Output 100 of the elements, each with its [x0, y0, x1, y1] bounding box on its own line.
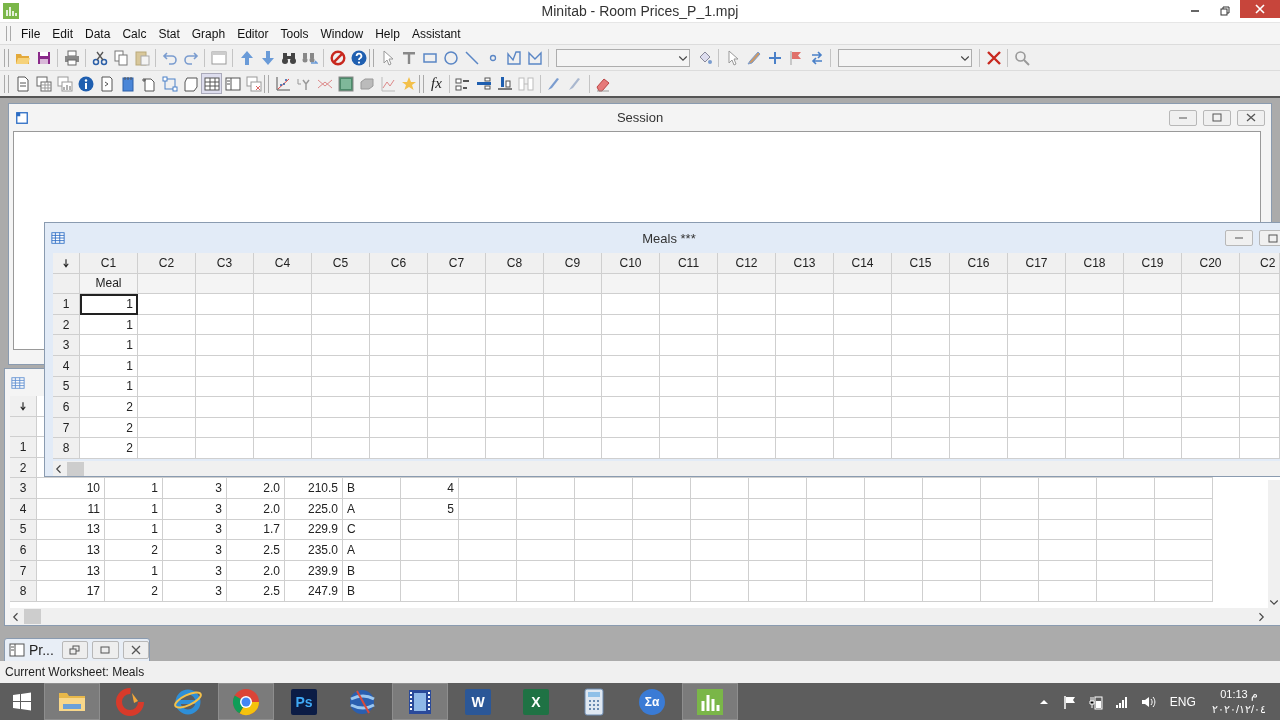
empty-cell[interactable]: [718, 355, 776, 377]
empty-cell[interactable]: [718, 314, 776, 336]
empty-cell[interactable]: [950, 355, 1008, 377]
plus-icon[interactable]: [766, 49, 783, 66]
empty-cell[interactable]: [370, 355, 428, 377]
row-number[interactable]: 5: [53, 376, 80, 398]
empty-cell[interactable]: [517, 560, 575, 582]
empty-cell[interactable]: [1240, 294, 1280, 315]
empty-cell[interactable]: [633, 540, 691, 561]
empty-cell[interactable]: [1182, 294, 1240, 315]
flag-icon[interactable]: [1061, 693, 1078, 710]
title-bar[interactable]: Meals ***: [45, 223, 1280, 253]
search-icon[interactable]: [1013, 49, 1030, 66]
empty-cell[interactable]: [1240, 397, 1280, 418]
empty-cell[interactable]: [486, 294, 544, 315]
column-header[interactable]: C12: [718, 253, 776, 274]
column-header[interactable]: C15: [892, 253, 950, 274]
table-cell[interactable]: 1: [105, 560, 163, 582]
empty-cell[interactable]: [1182, 335, 1240, 356]
empty-cell[interactable]: [459, 519, 517, 541]
empty-cell[interactable]: [138, 335, 196, 356]
scissors-icon[interactable]: [91, 49, 108, 66]
table-cell[interactable]: 3: [163, 540, 227, 561]
column-header[interactable]: C17: [1008, 253, 1066, 274]
document-icon[interactable]: [14, 75, 31, 92]
scrollbar-thumb[interactable]: [24, 609, 41, 624]
empty-cell[interactable]: [544, 355, 602, 377]
empty-cell[interactable]: [1182, 355, 1240, 377]
math-icon[interactable]: Σα: [639, 688, 665, 715]
table-cell[interactable]: 5: [401, 498, 459, 520]
table-cell[interactable]: 13: [37, 540, 105, 561]
row-number[interactable]: 6: [53, 397, 80, 418]
new-document-icon[interactable]: [140, 75, 157, 92]
empty-cell[interactable]: [981, 498, 1039, 520]
region-icon[interactable]: [337, 75, 354, 92]
empty-cell[interactable]: [1097, 498, 1155, 520]
undo-icon[interactable]: [161, 49, 178, 66]
empty-cell[interactable]: [660, 294, 718, 315]
empty-cell[interactable]: [196, 294, 254, 315]
empty-cell[interactable]: [807, 540, 865, 561]
table-cell[interactable]: 235.0: [285, 540, 343, 561]
table-cell[interactable]: 2.0: [227, 560, 285, 582]
empty-cell[interactable]: [1182, 417, 1240, 439]
menu-item[interactable]: Stat: [152, 24, 186, 43]
empty-cell[interactable]: [138, 417, 196, 439]
empty-cell[interactable]: [138, 397, 196, 418]
table-cell[interactable]: B: [343, 560, 401, 582]
frame-icon[interactable]: [161, 75, 178, 92]
empty-cell[interactable]: [718, 438, 776, 459]
table-cell[interactable]: 2: [105, 540, 163, 561]
empty-cell[interactable]: [950, 294, 1008, 315]
empty-cell[interactable]: [544, 438, 602, 459]
empty-cell[interactable]: [1124, 376, 1182, 398]
window-icon[interactable]: [210, 49, 227, 66]
empty-cell[interactable]: [428, 417, 486, 439]
empty-cell[interactable]: [1008, 355, 1066, 377]
table-cell[interactable]: 17: [37, 581, 105, 602]
table-cell[interactable]: 1: [80, 335, 138, 356]
table-cell[interactable]: 1: [80, 294, 138, 315]
empty-cell[interactable]: [834, 376, 892, 398]
table-cell[interactable]: B: [343, 581, 401, 602]
empty-cell[interactable]: [981, 581, 1039, 602]
empty-cell[interactable]: [1240, 438, 1280, 459]
empty-cell[interactable]: [718, 376, 776, 398]
table-cell[interactable]: 2.0: [227, 498, 285, 520]
empty-cell[interactable]: [1066, 376, 1124, 398]
empty-cell[interactable]: [1124, 417, 1182, 439]
empty-cell[interactable]: [428, 376, 486, 398]
row-number[interactable]: 1: [10, 437, 37, 458]
empty-cell[interactable]: [776, 397, 834, 418]
empty-cell[interactable]: [544, 376, 602, 398]
row-number[interactable]: 2: [10, 457, 37, 479]
empty-cell[interactable]: [950, 314, 1008, 336]
table-cell[interactable]: 3: [163, 581, 227, 602]
empty-cell[interactable]: [486, 355, 544, 377]
column-header[interactable]: C4: [254, 253, 312, 274]
empty-cell[interactable]: [1039, 560, 1097, 582]
empty-cell[interactable]: [1124, 438, 1182, 459]
empty-cell[interactable]: [923, 519, 981, 541]
empty-cell[interactable]: [749, 519, 807, 541]
empty-cell[interactable]: [660, 397, 718, 418]
empty-cell[interactable]: [196, 335, 254, 356]
dropdown-field[interactable]: [556, 48, 690, 67]
empty-cell[interactable]: [807, 478, 865, 499]
empty-cell[interactable]: [749, 581, 807, 602]
empty-cell[interactable]: [428, 294, 486, 315]
brush-icon[interactable]: [745, 49, 762, 66]
table-cell[interactable]: 10: [37, 478, 105, 499]
table-cell[interactable]: 3: [163, 498, 227, 520]
empty-cell[interactable]: [691, 498, 749, 520]
table-cell[interactable]: 4: [401, 478, 459, 499]
title-bar[interactable]: Session: [9, 104, 1271, 131]
word-icon[interactable]: W: [465, 688, 491, 715]
empty-cell[interactable]: [1008, 314, 1066, 336]
empty-cell[interactable]: [1097, 478, 1155, 499]
empty-cell[interactable]: [1240, 376, 1280, 398]
row-number[interactable]: 4: [53, 355, 80, 377]
empty-cell[interactable]: [691, 581, 749, 602]
empty-cell[interactable]: [575, 560, 633, 582]
table-cell[interactable]: 2: [80, 438, 138, 459]
